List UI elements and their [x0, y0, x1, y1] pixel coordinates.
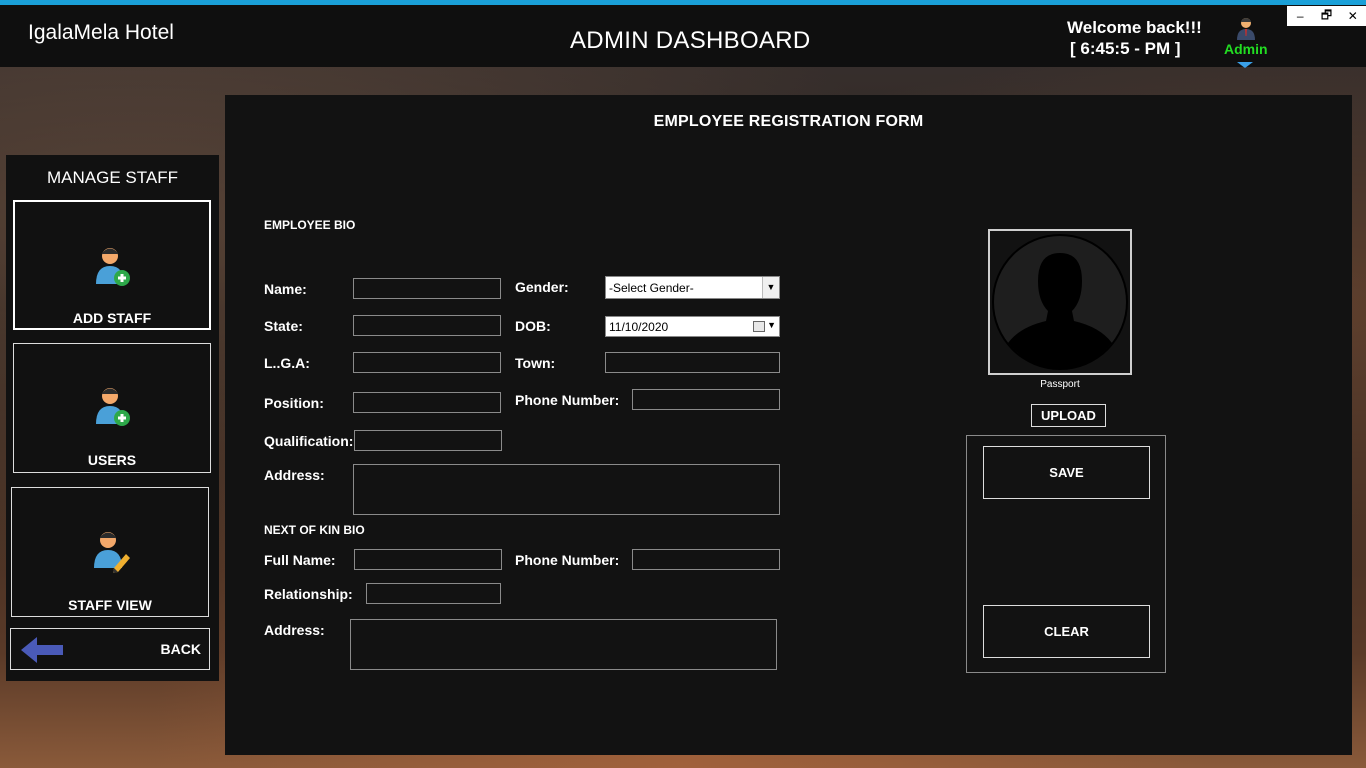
- actions-group: SAVE CLEAR: [966, 435, 1166, 673]
- passport-photo: [988, 229, 1132, 375]
- sidebar-item-staff-view[interactable]: STAFF VIEW: [11, 487, 209, 617]
- upload-button[interactable]: UPLOAD: [1031, 404, 1106, 427]
- lga-input[interactable]: [353, 352, 501, 373]
- passport-label: Passport: [1040, 379, 1080, 390]
- minimize-icon[interactable]: ‒: [1289, 9, 1311, 23]
- lga-label: L..G.A:: [264, 355, 310, 371]
- edit-user-icon: [94, 532, 130, 573]
- kin-full-name-label: Full Name:: [264, 552, 336, 568]
- section-employee-bio: EMPLOYEE BIO: [264, 218, 356, 232]
- kin-phone-input[interactable]: [632, 549, 780, 570]
- kin-relationship-label: Relationship:: [264, 586, 353, 602]
- dob-value: 11/10/2020: [609, 320, 669, 334]
- position-label: Position:: [264, 395, 324, 411]
- welcome-text: Welcome back!!!: [1067, 18, 1202, 37]
- clock-text: [ 6:45:5 - PM ]: [1070, 39, 1181, 58]
- town-input[interactable]: [605, 352, 780, 373]
- kin-relationship-input[interactable]: [366, 583, 501, 604]
- kin-full-name-input[interactable]: [354, 549, 502, 570]
- kin-address-label: Address:: [264, 622, 325, 638]
- sidebar-title: MANAGE STAFF: [47, 168, 178, 187]
- user-silhouette-icon: [992, 234, 1128, 370]
- app-header: IgalaMela Hotel ADMIN DASHBOARD Welcome …: [0, 5, 1366, 68]
- chevron-down-icon[interactable]: ▼: [762, 277, 779, 298]
- name-input[interactable]: [353, 278, 501, 299]
- phone-label: Phone Number:: [515, 392, 620, 408]
- dob-date-picker[interactable]: 11/10/2020 ▼: [605, 316, 780, 337]
- user-menu-caret-icon[interactable]: [1237, 62, 1253, 68]
- sidebar-item-add-staff[interactable]: ADD STAFF: [13, 200, 211, 330]
- brand-name: IgalaMela Hotel: [28, 21, 174, 44]
- town-label: Town:: [515, 355, 556, 371]
- calendar-icon[interactable]: [753, 321, 765, 332]
- sidebar-item-users[interactable]: USERS: [13, 343, 211, 473]
- page-title: ADMIN DASHBOARD: [570, 27, 811, 54]
- kin-address-textarea[interactable]: [350, 619, 777, 670]
- gender-label: Gender:: [515, 279, 569, 295]
- admin-user-label[interactable]: Admin: [1224, 41, 1268, 57]
- state-label: State:: [264, 318, 303, 334]
- close-icon[interactable]: ✕: [1342, 9, 1364, 23]
- restore-icon[interactable]: 🗗: [1315, 6, 1337, 27]
- gender-select[interactable]: -Select Gender- ▼: [605, 276, 780, 299]
- phone-input[interactable]: [632, 389, 780, 410]
- sidebar-item-label: USERS: [87, 452, 137, 468]
- kin-phone-label: Phone Number:: [515, 552, 620, 568]
- registration-panel: EMPLOYEE REGISTRATION FORM EMPLOYEE BIO …: [225, 95, 1352, 755]
- section-next-of-kin: NEXT OF KIN BIO: [264, 523, 365, 537]
- back-label: BACK: [160, 641, 201, 657]
- add-user-icon: [96, 388, 130, 426]
- sidebar-item-label: STAFF VIEW: [68, 597, 152, 613]
- form-title: EMPLOYEE REGISTRATION FORM: [653, 113, 924, 130]
- address-textarea[interactable]: [353, 464, 780, 515]
- state-input[interactable]: [353, 315, 501, 336]
- admin-avatar-icon[interactable]: [1234, 16, 1258, 40]
- name-label: Name:: [264, 281, 307, 297]
- clear-button[interactable]: CLEAR: [983, 605, 1150, 658]
- qualification-input[interactable]: [354, 430, 502, 451]
- dob-label: DOB:: [515, 318, 551, 334]
- sidebar-item-label: ADD STAFF: [72, 310, 152, 326]
- qualification-label: Qualification:: [264, 433, 354, 449]
- add-user-icon: [96, 248, 130, 286]
- window-controls: ‒ 🗗 ✕: [1287, 6, 1366, 26]
- position-input[interactable]: [353, 392, 501, 413]
- arrow-left-icon: [21, 637, 63, 663]
- sidebar: MANAGE STAFF ADD STAFF USERS STAFF VIEW …: [6, 155, 219, 681]
- address-label: Address:: [264, 467, 325, 483]
- save-button[interactable]: SAVE: [983, 446, 1150, 499]
- chevron-down-icon[interactable]: ▼: [767, 320, 776, 330]
- gender-selected-value: -Select Gender-: [609, 281, 694, 295]
- back-button[interactable]: BACK: [10, 628, 210, 670]
